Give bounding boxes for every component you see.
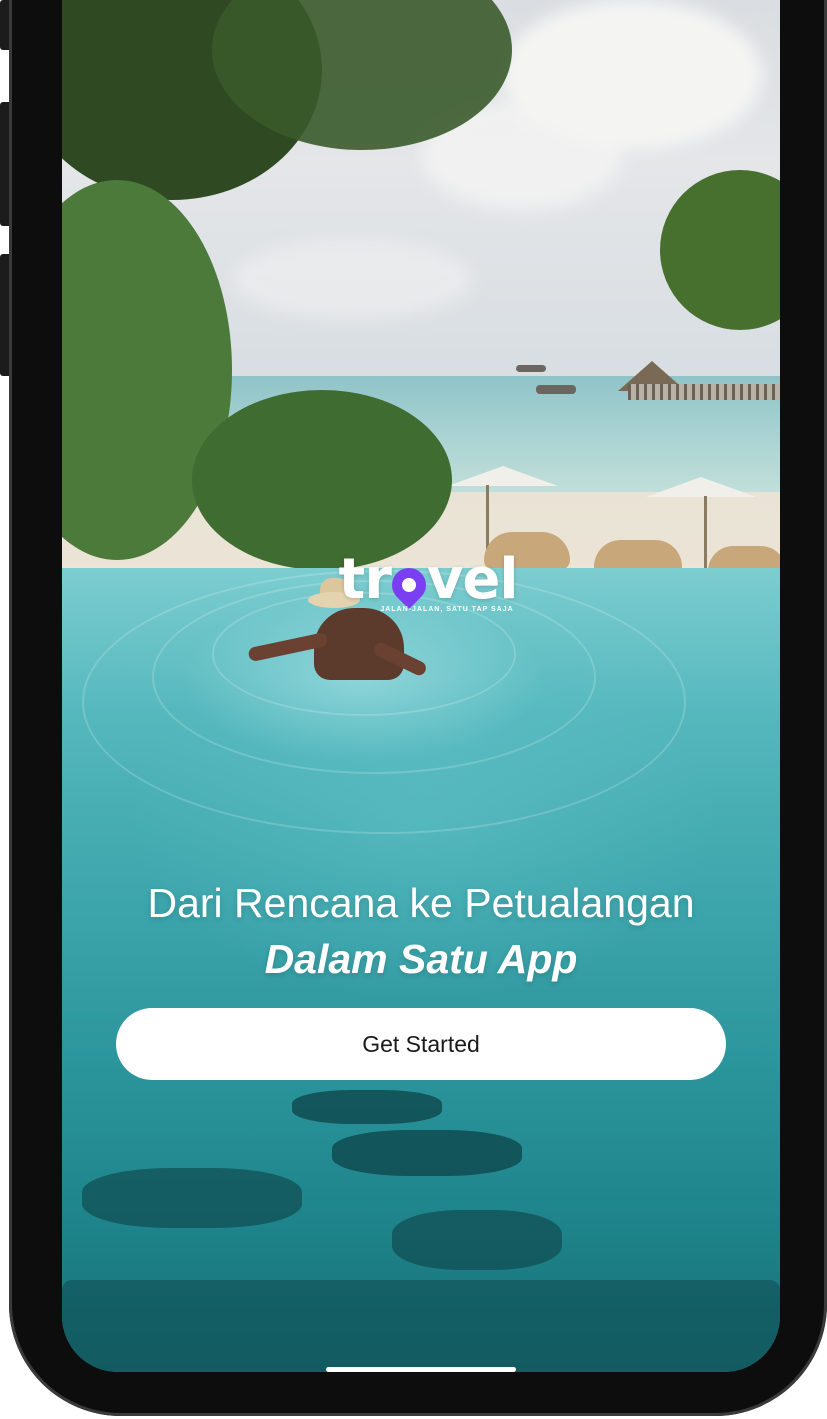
device-stage: trvel travel JALAN-JALAN, SATU TAP SAJA … xyxy=(0,0,827,1419)
logo-text-end: vel xyxy=(426,547,519,612)
hero-headline-line1: Dari Rencana ke Petualangan xyxy=(147,880,695,926)
photo-shrub xyxy=(192,390,452,570)
hero-headline-line2: Dalam Satu App xyxy=(264,936,578,982)
logo-tagline: JALAN-JALAN, SATU TAP SAJA xyxy=(380,606,514,613)
photo-umbrella xyxy=(448,466,558,486)
photo-water-shadow xyxy=(392,1210,562,1270)
travel-logo: tr vel xyxy=(318,550,538,610)
photo-umbrella-pole xyxy=(704,496,707,570)
photo-boat xyxy=(516,365,546,372)
photo-water-shadow xyxy=(62,1280,780,1372)
photo-water-shadow xyxy=(332,1130,522,1176)
welcome-screen: trvel travel JALAN-JALAN, SATU TAP SAJA … xyxy=(62,0,780,1372)
photo-water-shadow xyxy=(292,1090,442,1124)
photo-boat xyxy=(536,385,576,394)
photo-water-shadow xyxy=(82,1168,302,1228)
home-indicator[interactable] xyxy=(326,1367,516,1372)
photo-cloud xyxy=(232,240,472,320)
logo-text-start: tr xyxy=(338,547,391,612)
photo-pier xyxy=(628,384,780,400)
get-started-button[interactable]: Get Started xyxy=(116,1008,726,1080)
photo-swimmer xyxy=(314,608,404,680)
location-pin-icon xyxy=(384,560,433,610)
photo-umbrella xyxy=(646,477,756,497)
